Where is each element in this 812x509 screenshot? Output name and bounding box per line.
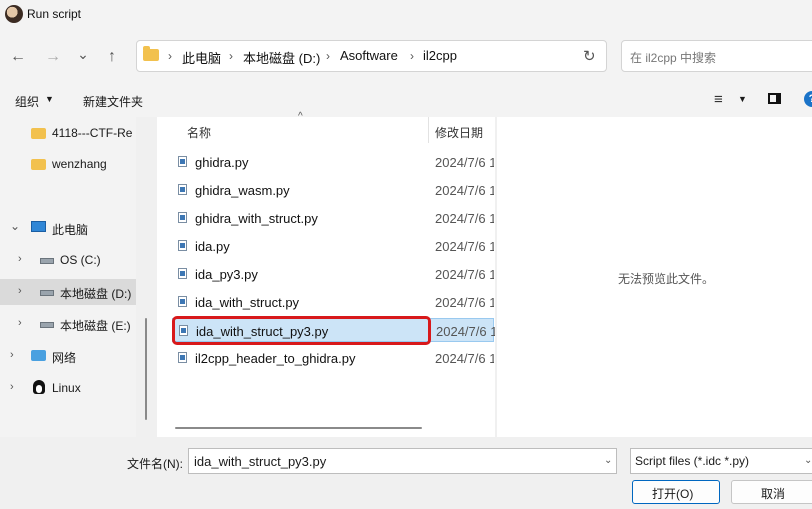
python-file-icon — [178, 184, 187, 195]
python-file-icon — [178, 212, 187, 223]
preview-message: 无法预览此文件。 — [618, 272, 715, 286]
folder-icon — [143, 46, 159, 61]
file-row[interactable]: ida_with_struct.py 2024/7/6 1 — [172, 290, 494, 314]
sidebar-item-4118-ctf-re[interactable]: 4118---CTF-Re — [0, 120, 136, 146]
file-row[interactable]: ida_py3.py 2024/7/6 1 — [172, 262, 494, 286]
filename-label: 文件名(N): — [127, 457, 183, 471]
chevron-right-icon[interactable]: › — [18, 253, 22, 265]
navigation-pane-scrollbar[interactable] — [145, 318, 147, 420]
sidebar-item-os-c[interactable]: › OS (C:) — [0, 247, 136, 273]
chevron-right-icon[interactable]: › — [18, 285, 22, 297]
view-menu-icon[interactable]: ≡ — [714, 91, 723, 108]
computer-icon — [31, 221, 46, 232]
file-type-value: Script files (*.idc *.py) — [635, 454, 750, 468]
sidebar-item-drive-d[interactable]: › 本地磁盘 (D:) — [0, 279, 136, 305]
sidebar-item-label: OS (C:) — [60, 253, 101, 267]
breadcrumb-il2cpp[interactable]: il2cpp — [423, 48, 457, 63]
folder-icon — [31, 159, 46, 170]
python-file-icon — [178, 240, 187, 251]
breadcrumb-separator-icon: › — [410, 49, 414, 63]
file-list-horizontal-scrollbar[interactable] — [175, 427, 422, 429]
preview-pane-toggle-icon[interactable] — [768, 93, 781, 104]
drive-icon — [40, 258, 54, 264]
drive-icon — [40, 290, 54, 296]
file-row[interactable]: ghidra_with_struct.py 2024/7/6 1 — [172, 206, 494, 230]
file-name: il2cpp_header_to_ghidra.py — [195, 351, 356, 366]
sidebar-item-wenzhang[interactable]: wenzhang — [0, 151, 136, 177]
forward-arrow-icon[interactable]: → — [42, 46, 64, 68]
caret-down-icon: ▼ — [45, 94, 54, 104]
breadcrumb-separator-icon: › — [168, 49, 172, 63]
python-file-icon — [178, 156, 187, 167]
column-header-name[interactable]: 名称 — [187, 124, 211, 141]
chevron-right-icon[interactable]: › — [18, 317, 22, 329]
file-date: 2024/7/6 1 — [435, 183, 494, 198]
file-name: ida_py3.py — [195, 267, 258, 282]
linux-penguin-icon — [33, 380, 45, 394]
chevron-right-icon[interactable]: › — [10, 349, 14, 361]
python-file-icon — [178, 352, 187, 363]
file-date: 2024/7/6 1 — [435, 239, 494, 254]
sidebar-item-label: 此电脑 — [52, 223, 89, 237]
breadcrumb-this-pc[interactable]: 此电脑 — [182, 48, 221, 67]
chevron-down-icon[interactable]: ⌄ — [10, 219, 20, 233]
chevron-right-icon[interactable]: › — [10, 381, 14, 393]
recent-locations-chevron-icon[interactable]: ⌄ — [72, 43, 94, 65]
file-date: 2024/7/6 1 — [435, 155, 494, 170]
column-divider[interactable] — [428, 117, 429, 143]
file-row[interactable]: ida.py 2024/7/6 1 — [172, 234, 494, 258]
file-date: 2024/7/6 1 — [435, 267, 494, 282]
organize-button[interactable]: 组织 — [15, 93, 39, 110]
sidebar-item-label: 网络 — [52, 351, 77, 365]
file-date: 2024/7/6 1 — [435, 351, 494, 366]
app-icon — [5, 5, 23, 23]
drive-icon — [40, 322, 54, 328]
sidebar-item-label: 本地磁盘 (D:) — [60, 287, 132, 301]
sidebar-item-this-pc[interactable]: ⌄ 此电脑 — [0, 215, 136, 241]
file-name: ghidra_wasm.py — [195, 183, 290, 198]
file-name: ida_with_struct.py — [195, 295, 300, 310]
file-row[interactable]: il2cpp_header_to_ghidra.py 2024/7/6 1 — [172, 346, 494, 370]
window-title: Run script — [27, 7, 82, 21]
open-button-label: 打开(O) — [652, 487, 694, 501]
file-name: ida.py — [195, 239, 230, 254]
back-arrow-icon[interactable]: ← — [7, 46, 29, 68]
sidebar-item-network[interactable]: › 网络 — [0, 343, 136, 369]
annotation-highlight-box — [172, 316, 431, 345]
file-row[interactable]: ghidra.py 2024/7/6 1 — [172, 150, 494, 174]
python-file-icon — [178, 296, 187, 307]
caret-down-icon[interactable]: ▼ — [738, 94, 747, 104]
chevron-down-icon[interactable]: ⌄ — [604, 455, 612, 466]
up-arrow-icon[interactable]: ↑ — [101, 46, 123, 68]
sidebar-item-linux[interactable]: › Linux — [0, 375, 136, 401]
cancel-button-label: 取消 — [761, 487, 786, 501]
title-bar — [0, 0, 812, 29]
python-file-icon — [178, 268, 187, 279]
column-header-date-modified[interactable]: 修改日期 — [435, 124, 483, 141]
file-date: 2024/7/6 1 — [436, 324, 495, 339]
file-name: ghidra_with_struct.py — [195, 211, 318, 226]
file-name: ghidra.py — [195, 155, 249, 170]
refresh-icon[interactable]: ↻ — [583, 47, 596, 65]
sidebar-item-label: wenzhang — [52, 157, 107, 171]
new-folder-button[interactable]: 新建文件夹 — [83, 93, 143, 110]
sidebar-item-label: Linux — [52, 381, 81, 395]
sidebar-item-label: 本地磁盘 (E:) — [60, 319, 131, 333]
file-row[interactable]: ghidra_wasm.py 2024/7/6 1 — [172, 178, 494, 202]
chevron-down-icon[interactable]: ⌄ — [804, 455, 812, 466]
file-date: 2024/7/6 1 — [435, 295, 494, 310]
search-placeholder: 在 il2cpp 中搜索 — [630, 51, 717, 65]
sidebar-item-drive-e[interactable]: › 本地磁盘 (E:) — [0, 311, 136, 337]
breadcrumb-asoftware[interactable]: Asoftware — [340, 48, 398, 63]
network-icon — [31, 350, 46, 361]
sort-ascending-icon: ^ — [298, 111, 303, 122]
breadcrumb-separator-icon: › — [229, 49, 233, 63]
file-date: 2024/7/6 1 — [435, 211, 494, 226]
filename-value: ida_with_struct_py3.py — [194, 454, 327, 469]
folder-icon — [31, 128, 46, 139]
breadcrumb-separator-icon: › — [326, 49, 330, 63]
sidebar-item-label: 4118---CTF-Re — [52, 126, 133, 140]
breadcrumb-drive-d[interactable]: 本地磁盘 (D:) — [243, 48, 320, 67]
